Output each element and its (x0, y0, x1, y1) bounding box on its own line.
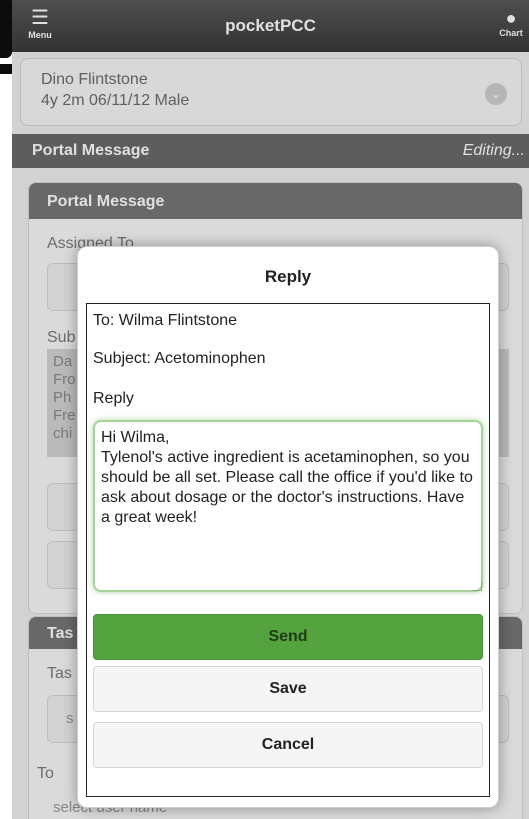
subject-line: Subject: Acetominophen (93, 350, 266, 367)
dialog-body: To: Wilma Flintstone Subject: Acetominop… (86, 303, 490, 797)
reply-dialog: Reply To: Wilma Flintstone Subject: Acet… (77, 246, 499, 808)
reply-label: Reply (93, 390, 134, 407)
save-button[interactable]: Save (93, 666, 483, 712)
reply-textarea[interactable]: Hi Wilma, Tylenol's active ingredient is… (93, 420, 483, 592)
app-frame: ☰ Menu pocketPCC ● Chart Dino Flintstone… (12, 0, 529, 819)
to-line: To: Wilma Flintstone (93, 312, 238, 329)
decorative-stroke (0, 64, 12, 74)
dialog-title: Reply (264, 267, 312, 286)
resize-grip-icon[interactable] (473, 582, 482, 591)
decorative-stroke (0, 0, 12, 58)
cancel-button[interactable]: Cancel (93, 722, 483, 768)
send-button[interactable]: Send (93, 614, 483, 660)
